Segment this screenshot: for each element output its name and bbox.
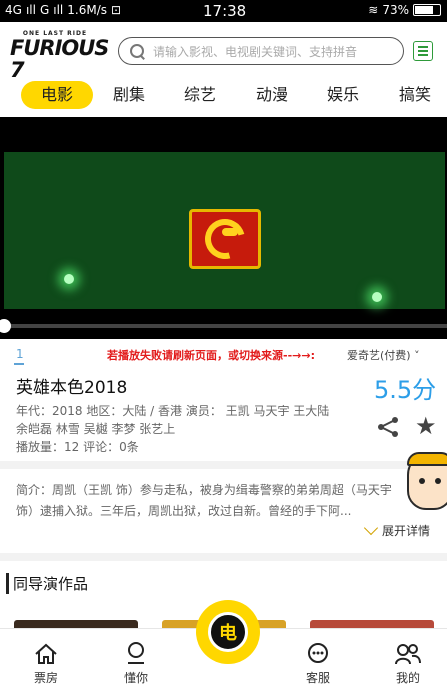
person-icon [106, 639, 166, 669]
tab-series[interactable]: 剧集 [109, 81, 149, 109]
divider [0, 553, 447, 561]
divider [0, 461, 447, 469]
nav-label: 我的 [395, 671, 420, 685]
tab-funny[interactable]: 搞笑 [395, 81, 435, 109]
share-icon[interactable] [376, 416, 400, 438]
chat-icon [288, 639, 348, 669]
episode-underline [14, 363, 24, 365]
meta-line-2: 余皑磊 林雪 吴樾 李梦 张艺上 [16, 422, 176, 436]
movie-summary: 简介：周凯（王凯 饰）参与走私，被身为缉毒警察的弟弟周超（马天宇 饰）逮捕入狱。… [16, 483, 392, 518]
movie-detail-page: 4G ıll G ıll 1.6M/s ⊡ 17:38 ≋ 73% ONE LA… [0, 0, 447, 700]
tab-entertainment[interactable]: 娱乐 [323, 81, 363, 109]
list-menu-line [418, 54, 428, 56]
episode-number[interactable]: 1 [16, 347, 24, 361]
video-player[interactable] [0, 117, 447, 339]
wifi-icon: ≋ [368, 3, 379, 17]
chevron-down-icon [363, 520, 379, 536]
network-speed: 1.6M/s [67, 3, 108, 17]
meta-line-3: 播放量：12 评论：0条 [16, 440, 139, 454]
nav-label: 懂你 [123, 671, 148, 685]
nav-box-office[interactable]: 票房 [16, 639, 76, 686]
list-menu-icon[interactable] [413, 41, 433, 61]
header: ONE LAST RIDE FURIOUS 7 APRIL 3 请输入影视、电视… [0, 22, 447, 88]
star-icon[interactable]: ★ [415, 414, 437, 438]
center-logo-icon: 电 [208, 612, 248, 652]
mascot-eye [419, 478, 425, 484]
nav-label: 票房 [33, 671, 58, 685]
signal-label-1: 4G [5, 3, 22, 17]
expand-label: 展开详情 [382, 524, 431, 538]
app-logo[interactable]: ONE LAST RIDE FURIOUS 7 APRIL 3 [10, 30, 110, 88]
sim-icon: ⊡ [111, 3, 122, 17]
logo-title: FURIOUS 7 [10, 36, 109, 82]
video-progress-bar[interactable] [0, 319, 447, 333]
list-menu-line [418, 50, 428, 52]
nav-customer-service[interactable]: 客服 [288, 639, 348, 686]
movie-score: 5.5分 [374, 376, 437, 404]
mascot-float-icon[interactable] [405, 448, 447, 520]
light-flare-right [372, 292, 382, 302]
clock: 17:38 [203, 2, 247, 20]
signal-bars-icon-2: ıll [53, 3, 64, 17]
dragon-head [222, 228, 238, 236]
tab-anime[interactable]: 动漫 [252, 81, 292, 109]
search-input[interactable]: 请输入影视、电视剧关键词、支持拼音 [118, 37, 404, 65]
home-icon [16, 639, 76, 669]
dragon-shape [197, 211, 253, 267]
progress-knob[interactable] [0, 319, 11, 333]
signal-label-2: G [39, 3, 50, 17]
light-flare-left [64, 274, 74, 284]
battery-icon [413, 4, 441, 16]
signal-area: 4G ıll G ıll 1.6M/s ⊡ [5, 3, 121, 17]
status-bar: 4G ıll G ıll 1.6M/s ⊡ 17:38 ≋ 73% [0, 0, 447, 22]
category-tabs: 电影 剧集 综艺 动漫 娱乐 搞笑 [0, 78, 447, 114]
expand-details-button[interactable]: 展开详情 [363, 520, 431, 539]
playback-notice: 若播放失败请刷新页面，或切换来源--→→: [107, 349, 315, 362]
video-frame [4, 152, 445, 309]
search-placeholder: 请输入影视、电视剧关键词、支持拼音 [153, 44, 358, 59]
battery-fill [415, 6, 433, 14]
center-home-button[interactable]: 电 [196, 600, 260, 664]
nav-know-you[interactable]: 懂你 [106, 639, 166, 686]
nav-label: 客服 [305, 671, 330, 685]
search-icon [129, 43, 145, 59]
list-menu-line [418, 46, 428, 48]
movie-title: 英雄本色2018 [16, 378, 128, 398]
signal-bars-icon: ıll [25, 3, 36, 17]
dragon-logo-image [189, 209, 261, 269]
mascot-band [407, 452, 447, 466]
profile-icon [378, 639, 438, 669]
nav-mine[interactable]: 我的 [378, 639, 438, 686]
tab-variety[interactable]: 综艺 [180, 81, 220, 109]
section-title: 同导演作品 [6, 573, 88, 594]
tab-movie[interactable]: 电影 [21, 81, 93, 109]
status-right: ≋ 73% [368, 3, 441, 17]
source-selector[interactable]: 爱奇艺(付费) ˅ [347, 347, 420, 363]
battery-percent: 73% [382, 3, 409, 17]
mascot-eye [435, 478, 441, 484]
meta-line-1: 年代：2018 地区：大陆 / 香港 演员： 王凯 马天宇 王大陆 [16, 404, 330, 418]
